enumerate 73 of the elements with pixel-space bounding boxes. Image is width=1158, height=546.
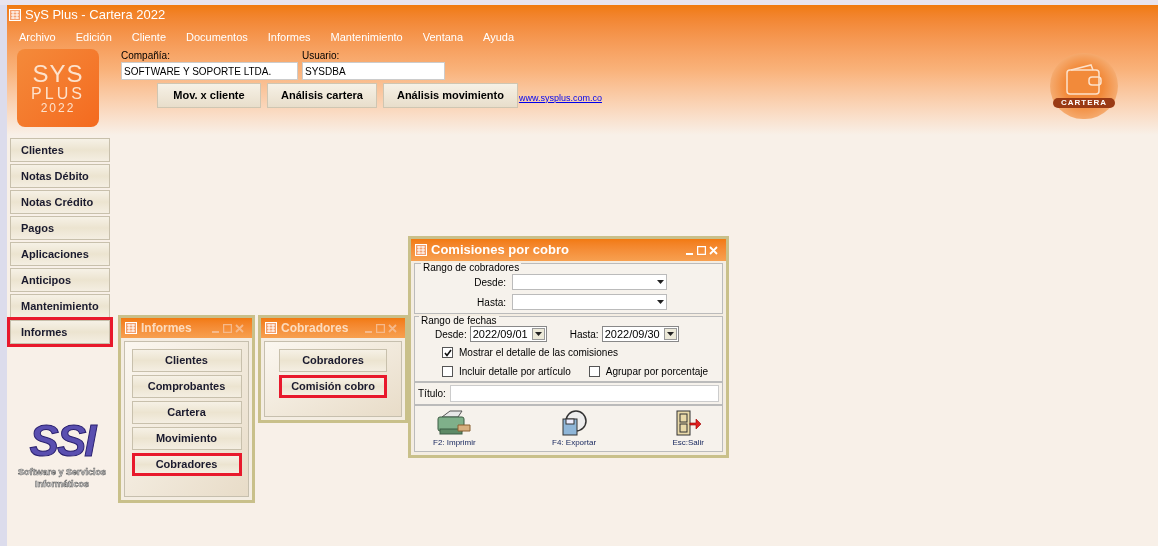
vendor-logo: SSI xyxy=(29,416,95,466)
action-button[interactable]: Esc:Salir xyxy=(672,409,704,449)
maximize-icon[interactable] xyxy=(223,323,232,333)
app-icon xyxy=(9,9,21,21)
field-label: Compañía: xyxy=(121,50,171,62)
exit-door-icon xyxy=(674,409,703,437)
close-icon[interactable] xyxy=(235,323,244,333)
logo-text: PLUS xyxy=(31,86,85,102)
vendor-caption: Software y Servicios Informáticos xyxy=(16,466,107,490)
company-field[interactable]: SOFTWARE Y SOPORTE LTDA. xyxy=(121,62,298,80)
dropdown-button[interactable] xyxy=(663,328,677,340)
toolbar-button[interactable]: Análisis cartera xyxy=(267,83,377,108)
toolbar-button[interactable]: Mov. x cliente xyxy=(157,83,261,108)
user-field[interactable]: SYSDBA xyxy=(302,62,445,80)
close-icon[interactable] xyxy=(388,323,397,333)
report-button[interactable]: Clientes xyxy=(131,349,242,372)
action-button[interactable]: F2: Imprimir xyxy=(433,409,476,449)
sidebar-button[interactable]: Mantenimiento xyxy=(10,294,110,318)
app-icon xyxy=(125,322,137,334)
report-button[interactable]: Cartera xyxy=(131,401,242,424)
window-title: SyS Plus - Cartera 2022 xyxy=(25,6,166,25)
checkbox-label: Mostrar el detalle de las comisiones xyxy=(459,346,618,360)
caret-icon xyxy=(657,280,664,284)
action-button[interactable]: F4: Exportar xyxy=(552,409,597,449)
module-label: CARTERA xyxy=(1052,98,1116,108)
report-button[interactable]: Cobradores xyxy=(279,349,387,372)
field-label: Hasta: xyxy=(476,295,507,310)
logo-text: SYS xyxy=(32,62,84,86)
check-icon xyxy=(443,348,452,357)
sidebar-button[interactable]: Clientes xyxy=(10,138,110,162)
field-label: Desde: xyxy=(435,327,467,342)
checkbox-label: Incluir detalle por artículo xyxy=(459,365,571,379)
sidebar-button[interactable]: Notas Débito xyxy=(10,164,110,188)
printer-icon xyxy=(436,409,473,437)
app-icon xyxy=(265,322,277,334)
caret-icon xyxy=(534,332,542,336)
report-button[interactable]: Movimiento xyxy=(131,427,242,450)
sidebar-button[interactable]: Aplicaciones xyxy=(10,242,110,266)
checkbox[interactable] xyxy=(588,366,600,377)
date-field[interactable]: 2022/09/01 xyxy=(469,326,547,342)
dropdown-field[interactable] xyxy=(512,274,667,290)
report-button[interactable]: Comisión cobro xyxy=(279,375,387,398)
checkbox-label: Agrupar por porcentaje xyxy=(605,365,709,379)
checkbox[interactable] xyxy=(442,366,453,377)
group-legend: Rango de cobradores xyxy=(421,263,522,273)
field-label: Desde: xyxy=(473,275,507,290)
window-title: Cobradores xyxy=(281,320,349,337)
date-field[interactable]: 2022/09/30 xyxy=(601,326,679,342)
title-field[interactable] xyxy=(449,385,719,402)
dropdown-button[interactable] xyxy=(531,328,545,340)
field-label: Hasta: xyxy=(569,327,599,342)
wallet-icon xyxy=(1065,64,1103,96)
window-title: Comisiones por cobro xyxy=(431,241,569,260)
sidebar-button[interactable]: Pagos xyxy=(10,216,110,240)
sidebar-button[interactable]: Informes xyxy=(10,320,110,344)
sidebar-button[interactable]: Anticipos xyxy=(10,268,110,292)
app-icon xyxy=(415,244,427,256)
caret-icon xyxy=(666,332,674,336)
caret-icon xyxy=(657,300,664,304)
logo-text: 2022 xyxy=(40,102,76,114)
website-link[interactable]: www.sysplus.com.co xyxy=(518,91,602,105)
field-label: Usuario: xyxy=(302,50,341,62)
sidebar-button[interactable]: Notas Crédito xyxy=(10,190,110,214)
maximize-icon[interactable] xyxy=(376,323,385,333)
field-label: Título: xyxy=(418,387,446,401)
report-button[interactable]: Comprobantes xyxy=(131,375,242,398)
dropdown-field[interactable] xyxy=(512,294,667,310)
window-title: Informes xyxy=(141,320,192,337)
group-legend: Rango de fechas xyxy=(419,316,499,326)
toolbar-button[interactable]: Análisis movimiento xyxy=(382,83,518,108)
disk-icon xyxy=(561,409,588,437)
report-button[interactable]: Cobradores xyxy=(131,453,242,476)
checkbox[interactable] xyxy=(442,347,453,358)
